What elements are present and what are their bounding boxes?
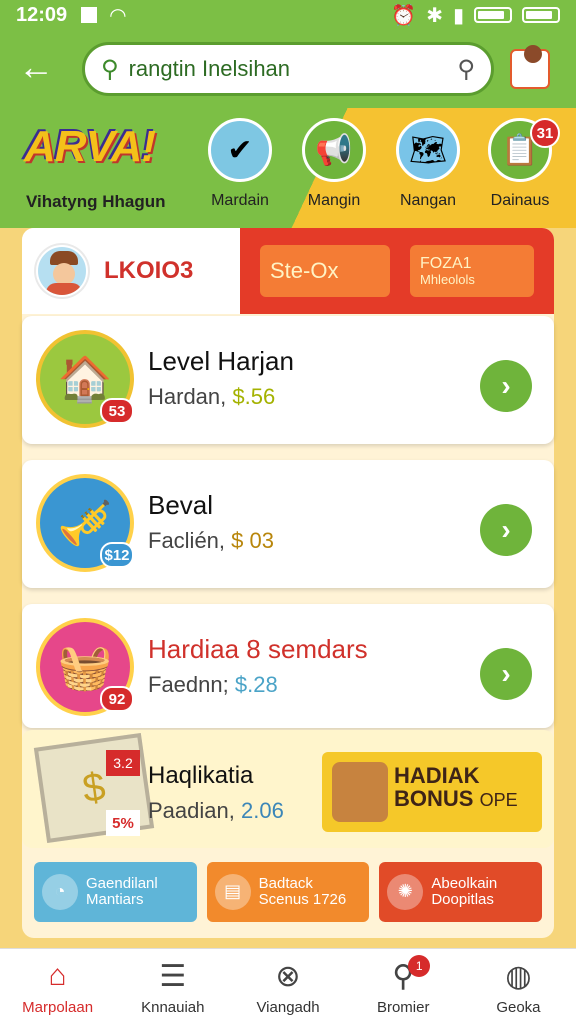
category-label: Mardain <box>211 192 269 209</box>
item-subtitle: Hardan, $.56 <box>148 384 276 409</box>
bonus-badge-1: 3.2 <box>106 750 140 776</box>
tile-abeolkain[interactable]: ✺ Abeolkain Doopitlas <box>379 862 543 922</box>
category-mangin[interactable]: 📢 Mangin <box>286 118 382 210</box>
map-icon: 🗺 <box>396 118 460 182</box>
tab-profile[interactable]: LKOIO3 <box>22 228 240 314</box>
battery-icon <box>474 7 512 23</box>
battery-alt-icon <box>522 7 560 23</box>
category-mardain[interactable]: ✔ Mardain <box>192 118 288 210</box>
tab-label: LKOIO3 <box>104 257 194 284</box>
item-title: Hardiaa 8 semdars <box>148 634 368 664</box>
app-logo: ARVA! <box>24 122 156 171</box>
promo-pill-2-sub: Mhleolols <box>420 271 475 287</box>
nav-label: Marpolaan <box>22 999 94 1016</box>
list-item[interactable]: 🏠 53 Level Harjan Hardan, $.56 › <box>22 316 554 444</box>
status-time: 12:09 <box>16 3 68 26</box>
nav-label: Knnauiah <box>141 999 205 1016</box>
bonus-price: 2.06 <box>240 798 284 823</box>
category-dainaus[interactable]: 📋 31 Dainaus <box>472 118 568 210</box>
home-icon: ⌂ <box>48 959 67 992</box>
item-title: Beval <box>148 490 214 520</box>
back-arrow-icon[interactable]: ← <box>18 49 58 89</box>
bonus-subtitle: Paadian, 2.06 <box>148 798 284 823</box>
bonus-card[interactable]: HADIAK BONUS OPE <box>322 752 542 832</box>
bonus-card-text: HADIAK BONUS OPE <box>394 763 518 812</box>
search-icon: ⚲ <box>101 55 119 83</box>
bonus-badge-2: 5% <box>106 810 140 836</box>
category-label: Nangan <box>399 192 457 209</box>
bluetooth-icon: ✱ <box>426 4 443 27</box>
promo-pill-1-label: Ste-Ox <box>270 258 339 283</box>
alarm-icon: ⏰ <box>391 4 417 27</box>
item-badge: $12 <box>100 542 134 568</box>
item-badge: 53 <box>100 398 134 424</box>
nav-home[interactable]: ⌂ Marpolaan <box>0 949 115 1024</box>
chevron-right-icon[interactable]: › <box>480 360 532 412</box>
tab-row: LKOIO3 Ste-Ox FOZA1 Mhleolols <box>22 228 554 314</box>
profile-edit-icon[interactable] <box>510 45 550 89</box>
search-icon: ⚲ 1 <box>386 955 431 993</box>
item-price: $.56 <box>232 384 276 409</box>
item-badge: 92 <box>100 686 134 712</box>
feature-tiles: ◔ Gaendilanl Mantiars ▤ Badtack Scenus 172… <box>34 862 543 922</box>
search-submit-icon[interactable]: ⚲ <box>457 55 475 84</box>
promo-pill-2[interactable]: FOZA1 Mhleolols <box>410 245 534 297</box>
search-input[interactable]: rangtin Inelsihan <box>129 56 458 82</box>
tile-gaendilanl[interactable]: ◔ Gaendilanl Mantiars <box>34 862 197 922</box>
nav-label: Viangadh <box>256 999 320 1016</box>
signal-icon: ▮ <box>452 4 464 27</box>
banner-tagline: Vihatyng Hhagun <box>26 192 166 211</box>
tab-promos: Ste-Ox FOZA1 Mhleolols <box>240 228 554 314</box>
notification-icon <box>81 7 98 23</box>
item-subtitle: Faclién, $ 03 <box>148 528 274 553</box>
list-item[interactable]: 🧺 92 Hardiaa 8 semdars Faednn; $.28 › <box>22 604 554 728</box>
list-item[interactable]: 🎺 $12 Beval Faclién, $ 03 › <box>22 460 554 588</box>
category-badge: 31 <box>530 118 560 148</box>
tile-badtack[interactable]: ▤ Badtack Scenus 1726 <box>206 862 370 922</box>
gear-icon: ✺ <box>387 874 424 910</box>
item-price: $ 03 <box>231 528 274 553</box>
bonus-title: Haqlikatia <box>148 762 254 789</box>
nav-close[interactable]: ⊗ Viangadh <box>230 949 345 1024</box>
bonus-row[interactable]: $ 3.2 5% Haqlikatia Paadian, 2.06 HADIAK… <box>22 730 554 848</box>
category-label: Mangin <box>307 192 361 209</box>
app-header: ← ⚲ rangtin Inelsihan ⚲ <box>0 30 576 108</box>
category-banner: ARVA! Vihatyng Hhagun ✔ Mardain 📢 Mangin… <box>0 108 576 228</box>
item-title: Level Harjan <box>148 346 294 376</box>
promo-pill-2-label: FOZA1 <box>420 255 472 273</box>
chevron-right-icon[interactable]: › <box>480 504 532 556</box>
megaphone-icon: 📢 <box>302 118 366 182</box>
clock-icon: ◔ <box>42 874 78 910</box>
chest-icon: ▤ <box>214 874 251 910</box>
nav-badge: 1 <box>408 955 431 977</box>
category-label: Dainaus <box>490 192 550 209</box>
nav-list[interactable]: ☰ Knnauiah <box>115 949 230 1024</box>
check-icon: ✔ <box>208 118 272 182</box>
bottom-nav: ⌂ Marpolaan ☰ Knnauiah ⊗ Viangadh ⚲ 1 Bro… <box>0 948 576 1024</box>
list-icon: ☰ <box>159 959 187 993</box>
item-price: $.28 <box>234 672 278 697</box>
promo-pill-1[interactable]: Ste-Ox <box>260 245 390 297</box>
globe-icon: ◍ <box>505 959 532 993</box>
search-bar[interactable]: ⚲ rangtin Inelsihan ⚲ <box>82 42 494 96</box>
avatar <box>36 245 88 297</box>
nav-label: Geoka <box>496 999 541 1016</box>
item-subtitle: Faednn; $.28 <box>148 672 278 697</box>
nav-label: Bromier <box>376 999 430 1016</box>
nav-globe[interactable]: ◍ Geoka <box>461 949 576 1024</box>
status-bar: 12:09 ◠ ⏰ ✱ ▮ <box>0 0 576 30</box>
wifi-icon: ◠ <box>109 4 127 27</box>
chevron-right-icon[interactable]: › <box>480 648 532 700</box>
category-nangan[interactable]: 🗺 Nangan <box>380 118 476 210</box>
nav-search[interactable]: ⚲ 1 Bromier <box>346 949 461 1024</box>
bag-icon <box>332 762 388 822</box>
close-circle-icon: ⊗ <box>275 959 301 993</box>
